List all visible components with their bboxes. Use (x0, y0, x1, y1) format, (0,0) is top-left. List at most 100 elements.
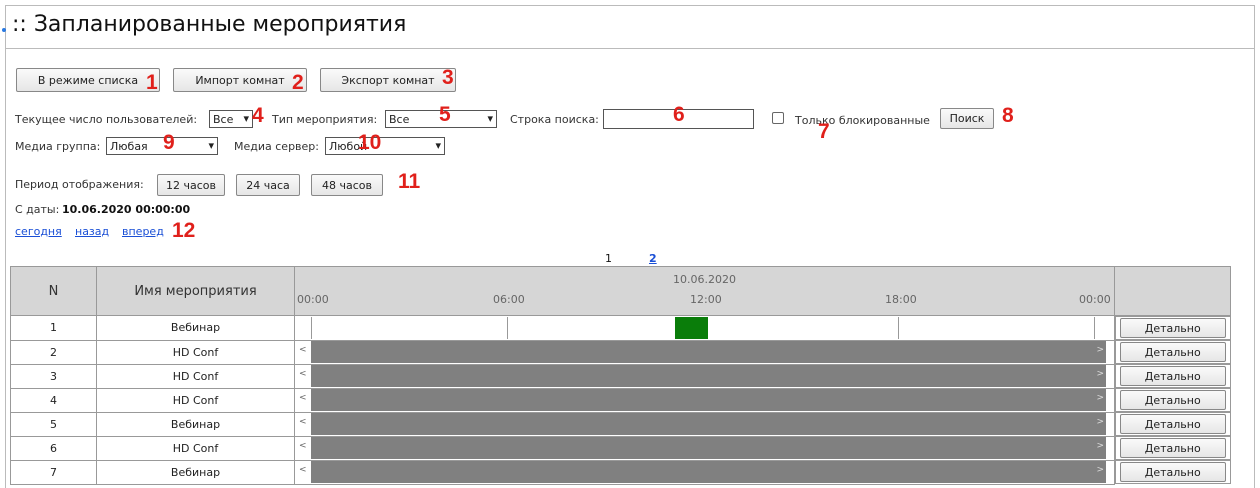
event-name-cell: HD Conf (96, 387, 295, 413)
page-title: :: Запланированные мероприятия (12, 12, 407, 37)
timeline-tick: 00:00 (1079, 293, 1111, 306)
scroll-left-icon[interactable]: < (299, 441, 307, 451)
period-24h-button[interactable]: 24 часа (236, 174, 300, 196)
date-value: 10.06.2020 00:00:00 (62, 203, 191, 216)
scroll-right-icon[interactable]: > (1096, 441, 1104, 451)
event-name-cell: HD Conf (96, 339, 295, 365)
table-row: 1 Вебинар Детально (10, 315, 1231, 341)
column-header-n: N (10, 266, 97, 316)
today-link[interactable]: сегодня (15, 225, 62, 238)
blocked-only-label: Только блокированные (795, 114, 930, 127)
scroll-left-icon[interactable]: < (299, 369, 307, 379)
timeline-busy-bar[interactable] (311, 413, 1106, 435)
timeline-gridline (1094, 316, 1095, 339)
event-name: Вебинар (96, 459, 295, 485)
list-mode-button[interactable]: В режиме списка (16, 68, 160, 92)
detail-cell: Детально (1115, 412, 1231, 436)
blocked-only-checkbox[interactable] (772, 112, 784, 124)
detail-button[interactable]: Детально (1119, 318, 1226, 338)
detail-button[interactable]: Детально (1119, 342, 1226, 362)
detail-button[interactable]: Детально (1119, 414, 1226, 434)
timeline-cell: < > (294, 363, 1115, 389)
timeline-header: 10.06.2020 00:00 06:00 12:00 18:00 00:00 (294, 266, 1115, 316)
page-current: 1 (605, 252, 612, 265)
timeline-cell: < > (294, 387, 1115, 413)
event-name: HD Conf (166, 369, 225, 383)
users-count-select[interactable]: Все ▾ (209, 110, 253, 128)
marker-9: 9 (163, 131, 175, 154)
timeline-busy-bar[interactable] (311, 341, 1106, 363)
search-label: Строка поиска: (510, 113, 599, 126)
table-row: 7 Вебинар < > Детально (10, 459, 1231, 485)
scroll-left-icon[interactable]: < (299, 393, 307, 403)
row-number: 1 (10, 315, 97, 341)
timeline-busy-bar[interactable] (311, 389, 1106, 411)
timeline-date: 10.06.2020 (673, 273, 736, 286)
chevron-down-icon: ▾ (243, 112, 249, 125)
period-12h-button[interactable]: 12 часов (157, 174, 225, 196)
timeline-tick: 12:00 (690, 293, 722, 306)
detail-button[interactable]: Детально (1119, 390, 1226, 410)
scroll-left-icon[interactable]: < (299, 465, 307, 475)
detail-cell: Детально (1115, 316, 1231, 340)
timeline-busy-bar[interactable] (311, 461, 1106, 483)
media-group-label: Медиа группа: (15, 140, 101, 153)
row-number: 5 (10, 411, 97, 437)
table-row: 3 HD Conf < > Детально (10, 363, 1231, 389)
marker-10: 10 (358, 131, 382, 154)
event-type-label: Тип мероприятия: (272, 113, 378, 126)
event-name: HD Conf (166, 393, 225, 407)
event-name-cell: HD Conf (96, 435, 295, 461)
chevron-down-icon: ▾ (208, 139, 214, 152)
timeline-busy-bar[interactable] (311, 437, 1106, 459)
timeline-cell (294, 315, 1115, 341)
media-server-label: Медиа сервер: (234, 140, 319, 153)
scroll-right-icon[interactable]: > (1096, 369, 1104, 379)
scroll-right-icon[interactable]: > (1096, 393, 1104, 403)
import-rooms-button[interactable]: Импорт комнат (173, 68, 307, 92)
detail-button[interactable]: Детально (1119, 462, 1226, 482)
back-link[interactable]: назад (75, 225, 109, 238)
scroll-right-icon[interactable]: > (1096, 465, 1104, 475)
users-count-value: Все (213, 112, 234, 126)
detail-cell: Детально (1115, 436, 1231, 460)
scroll-left-icon[interactable]: < (299, 345, 307, 355)
detail-cell: Детально (1115, 388, 1231, 412)
timeline-busy-bar[interactable] (311, 365, 1106, 387)
media-group-value: Любая (110, 139, 148, 153)
timeline-tick: 18:00 (885, 293, 917, 306)
timeline-cell: < > (294, 435, 1115, 461)
column-header-name: Имя мероприятия (96, 266, 295, 316)
row-number: 6 (10, 435, 97, 461)
row-number: 7 (10, 459, 97, 485)
date-label: С даты: (15, 203, 60, 216)
scroll-right-icon[interactable]: > (1096, 417, 1104, 427)
timeline-tick: 06:00 (493, 293, 525, 306)
forward-link[interactable]: вперед (122, 225, 164, 238)
table-row: 5 Вебинар < > Детально (10, 411, 1231, 437)
timeline-event-bar[interactable] (675, 316, 708, 339)
column-header-actions (1114, 266, 1231, 316)
row-number: 4 (10, 387, 97, 413)
detail-button[interactable]: Детально (1119, 438, 1226, 458)
marker-12: 12 (172, 219, 196, 242)
export-rooms-button[interactable]: Экспорт комнат (320, 68, 456, 92)
timeline-cell: < > (294, 339, 1115, 365)
event-name-cell: HD Conf (96, 363, 295, 389)
media-group-select[interactable]: Любая ▾ (106, 137, 218, 155)
page-2-link[interactable]: 2 (649, 252, 657, 265)
timeline-gridline (507, 316, 508, 339)
scroll-left-icon[interactable]: < (299, 417, 307, 427)
period-48h-button[interactable]: 48 часов (311, 174, 383, 196)
search-button[interactable]: Поиск (940, 108, 994, 129)
table-row: 6 HD Conf < > Детально (10, 435, 1231, 461)
event-name: Вебинар (96, 315, 295, 341)
marker-8: 8 (1002, 104, 1014, 127)
marker-2: 2 (292, 71, 304, 94)
scroll-right-icon[interactable]: > (1096, 345, 1104, 355)
events-table: N Имя мероприятия 10.06.2020 00:00 06:00… (10, 266, 1231, 485)
detail-button[interactable]: Детально (1119, 366, 1226, 386)
page-header: :: Запланированные мероприятия (2, 6, 1254, 49)
media-server-select[interactable]: Любой ▾ (325, 137, 445, 155)
table-header-row: N Имя мероприятия 10.06.2020 00:00 06:00… (10, 266, 1231, 316)
